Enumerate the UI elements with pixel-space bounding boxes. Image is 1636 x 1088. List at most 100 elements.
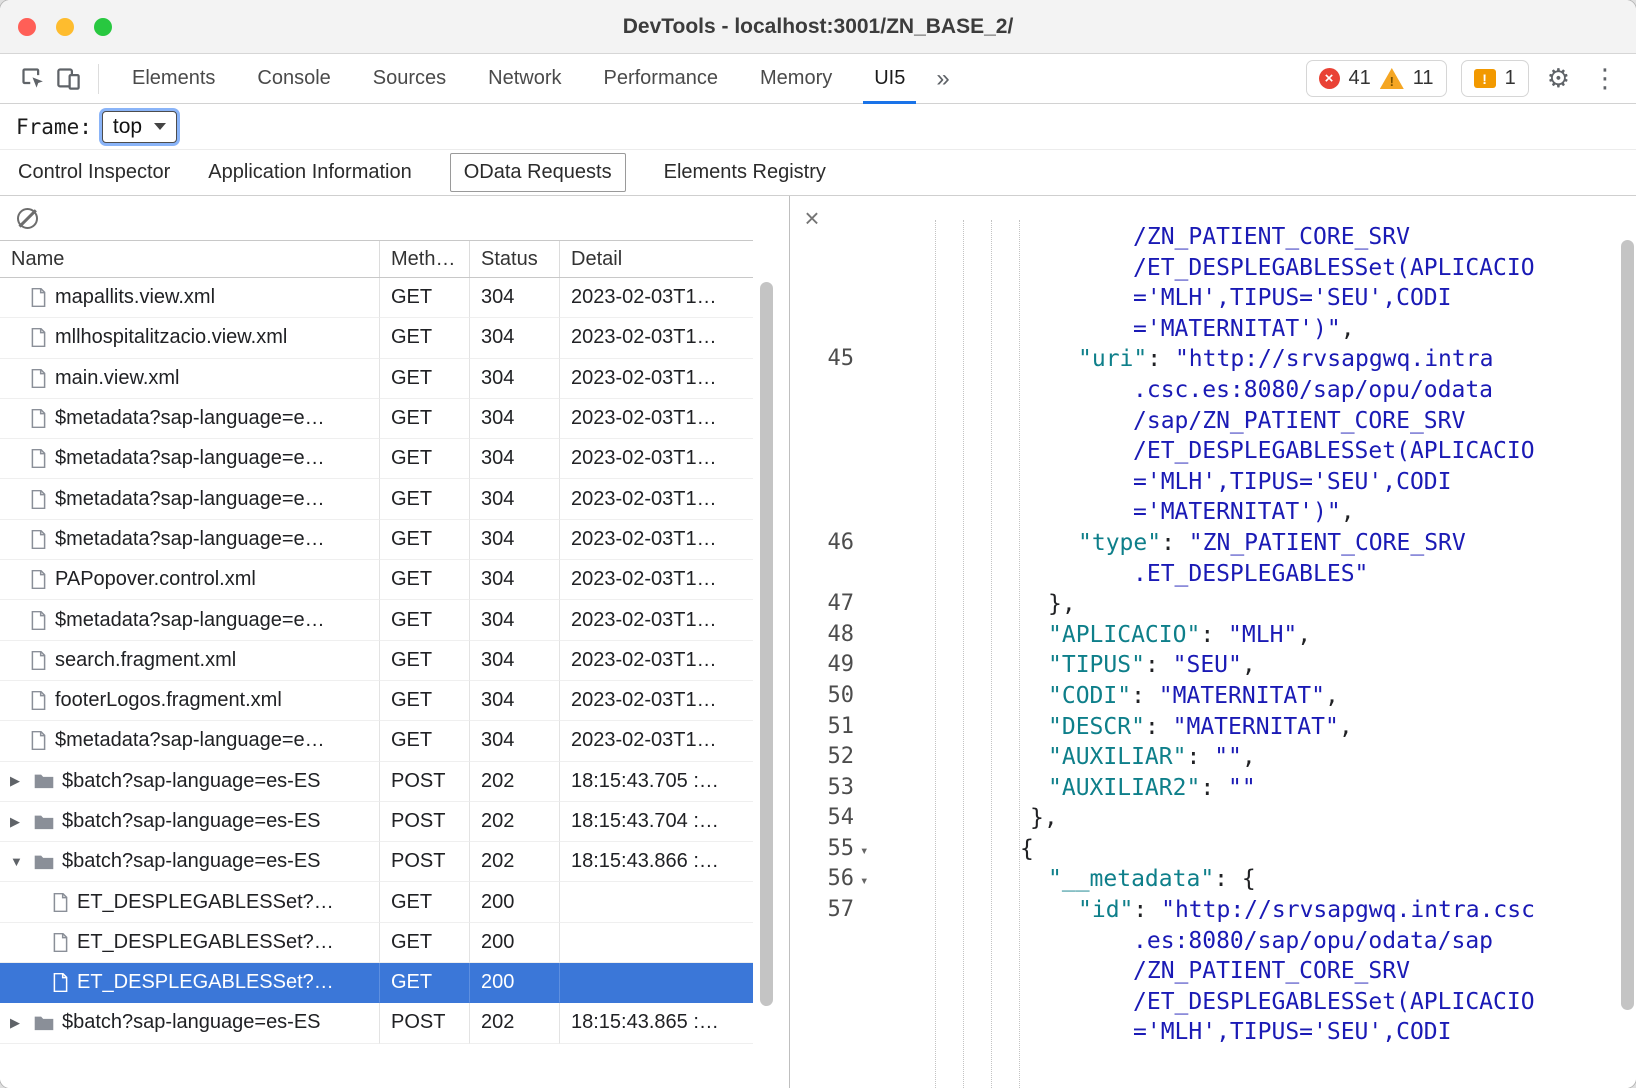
request-status: 202 — [470, 802, 560, 842]
tab-console[interactable]: Console — [236, 54, 351, 104]
request-row[interactable]: mllhospitalitzacio.view.xmlGET3042023-02… — [0, 318, 753, 358]
request-row[interactable]: $metadata?sap-language=e…GET3042023-02-0… — [0, 399, 753, 439]
column-header-detail[interactable]: Detail — [560, 241, 753, 277]
scrollbar-thumb[interactable] — [1621, 240, 1634, 1010]
request-method: GET — [380, 963, 470, 1003]
request-row[interactable]: $metadata?sap-language=e…GET3042023-02-0… — [0, 439, 753, 479]
tab-ui5[interactable]: UI5 — [853, 54, 926, 104]
column-header-status[interactable]: Status — [470, 241, 560, 277]
code-text: "AUXILIAR2": "" — [1048, 773, 1256, 804]
folder-icon — [34, 1015, 54, 1031]
minimize-window-button[interactable] — [56, 18, 74, 36]
fold-arrow-icon[interactable]: ▾ — [860, 836, 868, 867]
subtab-elements-registry[interactable]: Elements Registry — [664, 161, 826, 184]
file-icon — [30, 651, 47, 670]
request-row[interactable]: PAPopover.control.xmlGET3042023-02-03T1… — [0, 560, 753, 600]
request-row[interactable]: ET_DESPLEGABLESSet?…GET200 — [0, 963, 753, 1003]
tab-elements[interactable]: Elements — [111, 54, 236, 104]
request-row[interactable]: $metadata?sap-language=e…GET3042023-02-0… — [0, 520, 753, 560]
request-name: $metadata?sap-language=e… — [55, 729, 325, 752]
code-text: "uri": "http://srvsapgwq.intra — [1078, 344, 1493, 375]
request-row[interactable]: footerLogos.fragment.xmlGET3042023-02-03… — [0, 681, 753, 721]
clear-requests-icon[interactable] — [17, 208, 38, 229]
issues-badge[interactable]: ! 1 — [1461, 60, 1529, 97]
column-header-method[interactable]: Meth… — [380, 241, 470, 277]
more-tabs-icon[interactable]: » — [926, 65, 959, 93]
code-line: /ET_DESPLEGABLESSet(APLICACIO — [790, 987, 1618, 1018]
line-number: 52 — [790, 742, 854, 773]
device-toolbar-icon[interactable] — [50, 61, 86, 97]
code-line: 48"APLICACIO": "MLH", — [790, 620, 1618, 651]
code-line: ='MLH',TIPUS='SEU',CODI — [790, 467, 1618, 498]
request-detail: 18:15:43.704 :… — [560, 802, 753, 842]
request-row[interactable]: ▶$batch?sap-language=es-ESPOST20218:15:4… — [0, 802, 753, 842]
request-name: $metadata?sap-language=e… — [55, 488, 325, 511]
request-row[interactable]: search.fragment.xmlGET3042023-02-03T1… — [0, 641, 753, 681]
request-row[interactable]: $metadata?sap-language=e…GET3042023-02-0… — [0, 479, 753, 519]
request-method: GET — [380, 479, 470, 519]
expand-arrow-icon[interactable]: ▶ — [10, 773, 34, 789]
line-number: 46 — [790, 528, 854, 559]
request-row[interactable]: main.view.xmlGET3042023-02-03T1… — [0, 359, 753, 399]
code-text: { — [1020, 834, 1034, 865]
request-detail: 2023-02-03T1… — [560, 399, 753, 439]
request-row[interactable]: $metadata?sap-language=e…GET3042023-02-0… — [0, 721, 753, 761]
kebab-menu-icon[interactable]: ⋮ — [1588, 64, 1622, 94]
folder-icon — [34, 854, 54, 870]
code-text: .csc.es:8080/sap/opu/odata — [1133, 375, 1493, 406]
tab-sources[interactable]: Sources — [352, 54, 467, 104]
file-icon — [30, 288, 47, 307]
tab-memory[interactable]: Memory — [739, 54, 853, 104]
column-header-name[interactable]: Name — [0, 241, 380, 277]
line-number: 47 — [790, 589, 854, 620]
request-row[interactable]: ▼$batch?sap-language=es-ESPOST20218:15:4… — [0, 842, 753, 882]
code-line: 54}, — [790, 803, 1618, 834]
request-status: 304 — [470, 479, 560, 519]
requests-scrollbar[interactable] — [760, 240, 773, 1082]
request-row[interactable]: mapallits.view.xmlGET3042023-02-03T1… — [0, 278, 753, 318]
tab-network[interactable]: Network — [467, 54, 582, 104]
frame-dropdown[interactable]: top — [102, 111, 177, 143]
subtab-control-inspector[interactable]: Control Inspector — [18, 161, 170, 184]
request-name: search.fragment.xml — [55, 649, 236, 672]
expand-arrow-icon[interactable]: ▶ — [10, 814, 34, 830]
panel-tabs: ElementsConsoleSourcesNetworkPerformance… — [111, 54, 926, 104]
request-row[interactable]: ET_DESPLEGABLESSet?…GET200 — [0, 923, 753, 963]
request-name: mllhospitalitzacio.view.xml — [55, 326, 287, 349]
file-icon — [30, 691, 47, 710]
close-window-button[interactable] — [18, 18, 36, 36]
request-row[interactable]: ▶$batch?sap-language=es-ESPOST20218:15:4… — [0, 1003, 753, 1043]
request-status: 202 — [470, 762, 560, 802]
request-name: PAPopover.control.xml — [55, 568, 256, 591]
code-text: "CODI": "MATERNITAT", — [1048, 681, 1339, 712]
code-line: .csc.es:8080/sap/opu/odata — [790, 375, 1618, 406]
settings-gear-icon[interactable]: ⚙ — [1543, 64, 1574, 94]
expand-arrow-icon[interactable]: ▶ — [10, 1015, 34, 1031]
console-status-badge[interactable]: × 41 ! 11 — [1306, 60, 1447, 97]
subtab-application-information[interactable]: Application Information — [208, 161, 411, 184]
tab-performance[interactable]: Performance — [583, 54, 740, 104]
code-text: ='MATERNITAT')", — [1133, 497, 1355, 528]
response-scrollbar[interactable] — [1621, 240, 1634, 1082]
request-name: footerLogos.fragment.xml — [55, 689, 282, 712]
code-line: /ET_DESPLEGABLESSet(APLICACIO — [790, 253, 1618, 284]
code-text: "DESCR": "MATERNITAT", — [1048, 712, 1353, 743]
request-row[interactable]: ▶$batch?sap-language=es-ESPOST20218:15:4… — [0, 762, 753, 802]
request-name: $metadata?sap-language=e… — [55, 528, 325, 551]
line-number: 56 — [790, 864, 854, 895]
frame-dropdown-value: top — [113, 115, 142, 139]
fold-arrow-icon[interactable]: ▾ — [860, 866, 868, 897]
warning-count: 11 — [1413, 67, 1434, 90]
request-row[interactable]: $metadata?sap-language=e…GET3042023-02-0… — [0, 600, 753, 640]
code-text: "id": "http://srvsapgwq.intra.csc — [1078, 895, 1535, 926]
toolbar-divider — [98, 64, 99, 94]
request-detail: 2023-02-03T1… — [560, 721, 753, 761]
file-icon — [30, 409, 47, 428]
subtab-odata-requests[interactable]: OData Requests — [450, 153, 626, 192]
code-text: "__metadata": { — [1048, 864, 1256, 895]
request-row[interactable]: ET_DESPLEGABLESSet?…GET200 — [0, 882, 753, 922]
collapse-arrow-icon[interactable]: ▼ — [10, 854, 34, 869]
scrollbar-thumb[interactable] — [760, 282, 773, 1006]
zoom-window-button[interactable] — [94, 18, 112, 36]
inspect-element-icon[interactable] — [14, 61, 50, 97]
